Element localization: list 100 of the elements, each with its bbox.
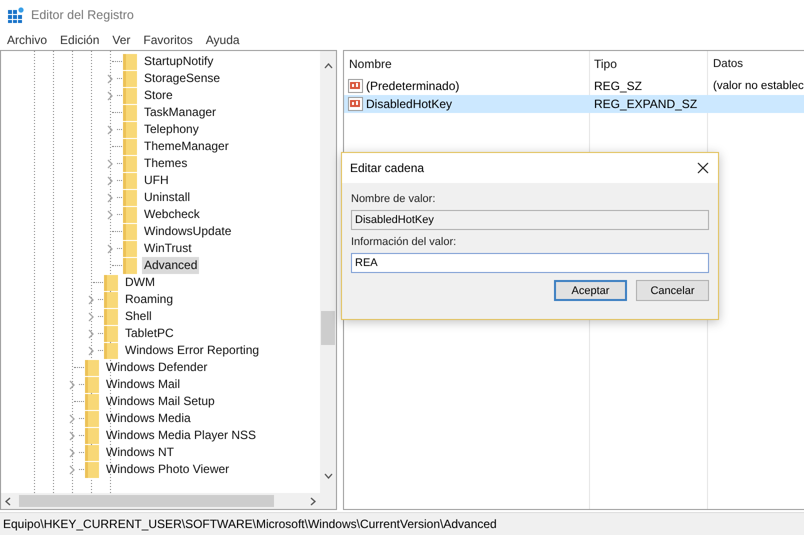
tree-item[interactable]: Windows Error Reporting — [123, 342, 262, 359]
tree-item[interactable]: Telephony — [142, 121, 201, 138]
folder-icon — [104, 274, 118, 292]
expand-chevron-icon[interactable] — [107, 210, 113, 220]
expand-chevron-icon[interactable] — [88, 312, 94, 322]
tree-item[interactable]: Uninstall — [142, 189, 192, 206]
value-type: REG_SZ — [593, 79, 644, 93]
registry-editor-icon — [8, 7, 24, 23]
folder-icon — [123, 138, 137, 156]
expand-chevron-icon[interactable] — [107, 74, 113, 84]
close-icon[interactable] — [697, 162, 709, 174]
scroll-left-icon[interactable] — [5, 496, 11, 506]
menu-item[interactable]: Edición — [60, 33, 100, 47]
scrollbar-thumb[interactable] — [19, 495, 274, 507]
folder-icon — [123, 86, 137, 104]
expand-chevron-icon[interactable] — [88, 346, 94, 356]
scrollbar-thumb[interactable] — [321, 310, 335, 345]
expand-chevron-icon[interactable] — [88, 328, 94, 338]
expand-chevron-icon[interactable] — [107, 90, 113, 100]
string-value-icon — [348, 79, 364, 93]
folder-icon — [123, 52, 137, 70]
folder-icon — [104, 308, 118, 326]
expand-chevron-icon[interactable] — [69, 448, 75, 458]
folder-icon — [123, 120, 137, 138]
folder-icon — [104, 290, 118, 308]
expand-chevron-icon[interactable] — [88, 294, 94, 304]
tree-item[interactable]: Roaming — [123, 291, 176, 308]
tree-item[interactable]: Shell — [123, 308, 154, 325]
tree-item[interactable]: TabletPC — [123, 325, 176, 342]
tree-item[interactable]: WinTrust — [142, 240, 194, 257]
folder-icon — [123, 206, 137, 224]
tree-item[interactable]: Webcheck — [142, 206, 202, 223]
tree-item[interactable]: Windows Defender — [104, 359, 210, 376]
dialog-button[interactable]: Aceptar — [554, 280, 627, 301]
menu-item[interactable]: Ayuda — [206, 33, 240, 47]
expand-chevron-icon[interactable] — [107, 176, 113, 186]
folder-icon — [85, 460, 99, 478]
value-name: DisabledHotKey — [366, 97, 452, 111]
value-type: REG_EXPAND_SZ — [593, 97, 698, 111]
folder-icon — [123, 188, 137, 206]
expand-chevron-icon[interactable] — [107, 192, 113, 202]
expand-chevron-icon[interactable] — [107, 124, 113, 134]
folder-icon — [123, 240, 137, 258]
folder-icon — [85, 426, 99, 444]
expand-chevron-icon[interactable] — [107, 158, 113, 168]
folder-icon — [123, 172, 137, 190]
list-row[interactable]: DisabledHotKey REG_EXPAND_SZ — [344, 95, 804, 113]
expand-chevron-icon[interactable] — [69, 430, 75, 440]
tree-item[interactable]: Advanced — [142, 257, 200, 274]
list-row[interactable]: (Predeterminado) REG_SZ (valor no establec — [344, 77, 804, 95]
tree-item[interactable]: ThemeManager — [142, 138, 231, 155]
field-label: Nombre de valor: — [351, 193, 436, 205]
expand-chevron-icon[interactable] — [107, 244, 113, 254]
folder-icon — [85, 358, 99, 376]
tree-item[interactable]: Windows NT — [104, 444, 176, 461]
tree-item[interactable]: WindowsUpdate — [142, 223, 234, 240]
column-header[interactable]: Datos — [707, 58, 804, 70]
tree-item[interactable]: Themes — [142, 155, 190, 172]
dialog-button[interactable]: Cancelar — [636, 280, 709, 301]
string-value-icon — [348, 97, 364, 111]
folder-icon — [85, 392, 99, 410]
field-label: Información del valor: — [351, 236, 458, 248]
folder-icon — [123, 104, 137, 122]
window-title: Editor del Registro — [31, 8, 134, 22]
tree-item[interactable]: TaskManager — [142, 104, 218, 121]
menu-item[interactable]: Favoritos — [143, 33, 193, 47]
folder-icon — [85, 376, 99, 394]
folder-icon — [123, 154, 137, 172]
folder-icon — [123, 70, 137, 88]
input-field[interactable]: REA — [351, 253, 709, 273]
folder-icon — [104, 324, 118, 342]
tree-item[interactable]: Store — [142, 87, 175, 104]
tree-item[interactable]: Windows Media — [104, 410, 193, 427]
scroll-up-icon[interactable] — [324, 63, 332, 69]
scroll-down-icon[interactable] — [324, 473, 332, 479]
column-header[interactable]: Tipo — [589, 57, 707, 71]
menu-item[interactable]: Ver — [112, 33, 130, 47]
tree-item[interactable]: Windows Mail Setup — [104, 393, 217, 410]
tree-item[interactable]: StartupNotify — [142, 53, 216, 70]
folder-icon — [123, 256, 137, 274]
tree-item[interactable]: Windows Media Player NSS — [104, 427, 258, 444]
tree-item[interactable]: DWM — [123, 274, 157, 291]
value-data: (valor no establec — [712, 80, 804, 92]
expand-chevron-icon[interactable] — [69, 414, 75, 424]
folder-icon — [85, 444, 99, 462]
value-name: (Predeterminado) — [366, 79, 460, 93]
expand-chevron-icon[interactable] — [69, 464, 75, 474]
expand-chevron-icon[interactable] — [69, 380, 75, 390]
folder-icon — [123, 222, 137, 240]
tree-item[interactable]: Windows Mail — [104, 376, 182, 393]
tree-item[interactable]: StorageSense — [142, 70, 222, 87]
column-header[interactable]: Nombre — [344, 57, 589, 71]
dialog-title: Editar cadena — [350, 161, 424, 175]
status-bar: Equipo\HKEY_CURRENT_USER\SOFTWARE\Microsoft\Windows\CurrentVersion\Advanced — [0, 512, 804, 535]
tree-item[interactable]: Windows Photo Viewer — [104, 461, 232, 478]
tree-item[interactable]: UFH — [142, 172, 171, 189]
folder-icon — [85, 410, 99, 428]
scroll-right-icon[interactable] — [310, 496, 316, 506]
folder-icon — [104, 342, 118, 360]
menu-item[interactable]: Archivo — [7, 33, 48, 47]
